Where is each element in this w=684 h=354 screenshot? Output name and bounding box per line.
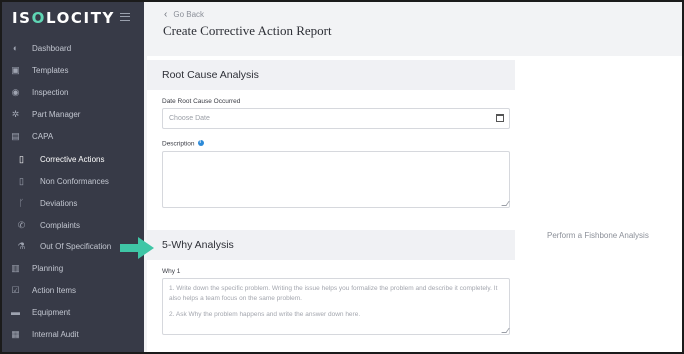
sidebar-item-label: Templates [32, 65, 69, 75]
form-card: Root Cause Analysis Date Root Cause Occu… [147, 56, 682, 352]
gear-icon: ✲ [11, 108, 20, 119]
sidebar-item-internal-audit[interactable]: ▦ Internal Audit [2, 324, 144, 344]
sidebar-item-complaints[interactable]: ✆ Complaints [2, 215, 144, 235]
sidebar-item-label: Part Manager [32, 109, 81, 119]
date-root-cause-input[interactable]: Choose Date [162, 108, 510, 129]
sidebar-item-label: Complaints [40, 220, 81, 230]
sidebar-item-label: Corrective Actions [40, 154, 105, 164]
sidebar-item-inspection[interactable]: ◉ Inspection [2, 82, 144, 102]
sidebar-item-label: CAPA [32, 131, 54, 141]
resize-handle-icon[interactable] [501, 328, 510, 333]
sidebar-item-label: Internal Audit [32, 329, 79, 339]
sidebar-item-label: Planning [32, 263, 64, 273]
main-content: ‹ Go Back Create Corrective Action Repor… [144, 2, 682, 352]
map-icon: ▥ [11, 262, 20, 273]
sidebar-item-capa[interactable]: ▤ CAPA [2, 126, 144, 146]
why-1-textarea[interactable]: 1. Write down the specific problem. Writ… [162, 278, 510, 335]
audit-icon: ▦ [11, 328, 20, 339]
dashboard-icon: ◐ [12, 43, 19, 53]
fishbone-analysis-link[interactable]: Perform a Fishbone Analysis [547, 231, 649, 240]
flask-icon: ⚗ [17, 240, 26, 251]
page-title: Create Corrective Action Report [163, 23, 332, 38]
truck-icon: ▬ [11, 307, 20, 317]
sidebar-item-label: Action Items [32, 285, 77, 295]
checkbox-icon: ☑ [11, 284, 20, 295]
description-label: Description [162, 139, 204, 148]
sidebar-item-label: Equipment [32, 307, 71, 317]
sidebar-item-label: Deviations [40, 198, 78, 208]
calendar-icon[interactable] [496, 114, 504, 122]
sidebar-item-label: Dashboard [32, 43, 72, 53]
sidebar-item-dashboard[interactable]: ◐ Dashboard [2, 38, 144, 58]
clipboard-icon: ▯ [19, 153, 24, 164]
isolocity-logo[interactable]: ISOLOCITY [12, 9, 115, 27]
chevron-left-icon: ‹ [164, 9, 168, 20]
menu-toggle-icon[interactable] [120, 13, 130, 21]
go-back-label: Go Back [173, 10, 205, 19]
sidebar-item-label: Out Of Specification [40, 241, 112, 251]
app-window: ISOLOCITY ◐ Dashboard ▣ Templates ◉ Inspectio… [2, 2, 682, 352]
description-textarea[interactable] [162, 151, 510, 208]
sidebar-item-label: Inspection [32, 87, 69, 97]
sidebar-item-equipment[interactable]: ▬ Equipment [2, 302, 144, 322]
date-root-cause-label: Date Root Cause Occurred [162, 98, 241, 105]
medkit-icon: ▤ [11, 130, 20, 141]
sidebar-item-corrective-actions[interactable]: ▯ Corrective Actions [2, 149, 144, 169]
logo-row: ISOLOCITY [2, 2, 144, 34]
five-why-heading: 5-Why Analysis [147, 230, 515, 260]
sidebar-item-part-manager[interactable]: ✲ Part Manager [2, 104, 144, 124]
sidebar-item-non-conformances[interactable]: ▯ Non Conformances [2, 171, 144, 191]
why-1-label: Why 1 [162, 268, 181, 275]
sidebar-item-templates[interactable]: ▣ Templates [2, 60, 144, 80]
eye-icon: ◉ [11, 86, 20, 97]
sidebar-item-label: Non Conformances [40, 176, 109, 186]
phone-icon: ✆ [17, 219, 26, 230]
root-cause-heading: Root Cause Analysis [147, 60, 515, 90]
sidebar-item-planning[interactable]: ▥ Planning [2, 258, 144, 278]
arrow-right-icon [120, 237, 154, 259]
info-icon[interactable] [197, 139, 204, 146]
image-icon: ▣ [11, 64, 20, 75]
why-1-placeholder: 1. Write down the specific problem. Writ… [169, 285, 498, 318]
sidebar: ISOLOCITY ◐ Dashboard ▣ Templates ◉ Inspectio… [2, 2, 144, 352]
file-icon: ▯ [19, 175, 24, 186]
resize-handle-icon[interactable] [501, 201, 510, 206]
date-placeholder: Choose Date [169, 115, 210, 122]
sidebar-item-action-items[interactable]: ☑ Action Items [2, 280, 144, 300]
branch-icon: ᚴ [18, 198, 25, 208]
go-back-link[interactable]: ‹ Go Back [164, 9, 204, 20]
sidebar-item-deviations[interactable]: ᚴ Deviations [2, 193, 144, 213]
